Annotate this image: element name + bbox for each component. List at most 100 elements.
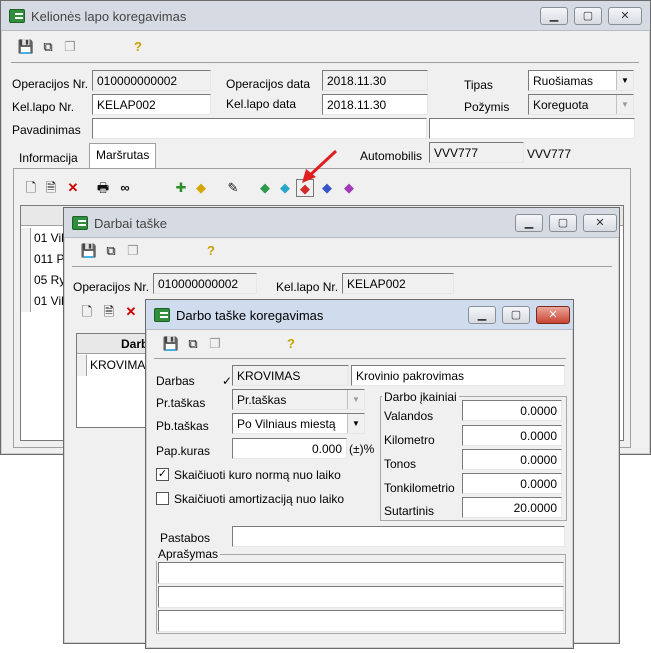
pap-kuras-field[interactable]: 0.000 (232, 438, 347, 459)
ikainis-label: Tonkilometrio (384, 481, 455, 495)
operacijos-data-field[interactable]: 2018.11.30 (322, 70, 428, 91)
maximize-button[interactable]: ▢ (549, 214, 577, 232)
toolbar-separator (11, 62, 639, 63)
darbas-name-field[interactable]: Krovinio pakrovimas (351, 365, 565, 386)
app-icon (154, 308, 170, 322)
pr-taskas-select[interactable]: Pr.taškas ▼ (232, 389, 365, 410)
operacijos-nr-field[interactable]: 010000000002 (92, 70, 211, 91)
main-toolbar: 💾 ⧉ ❐ ? (13, 36, 213, 60)
red-arrow-icon (302, 149, 338, 183)
grid-header: Darb (77, 334, 155, 354)
ikainiai-title: Darbo įkainiai (382, 390, 459, 404)
pr-taskas-value: Pr.taškas (237, 393, 287, 407)
row-indicator (21, 249, 31, 270)
pavadinimas-extra-field[interactable] (429, 118, 635, 139)
close-button[interactable]: ✕ (536, 306, 570, 324)
kel-lapo-nr-label: Kel.lapo Nr. (276, 280, 339, 294)
ikainis-field[interactable]: 0.0000 (462, 473, 562, 494)
pozymis-select[interactable]: Koreguota ▼ (528, 94, 634, 115)
binoculars-icon[interactable]: ∞ (116, 179, 134, 197)
kuro-norma-label: Skaičiuoti kuro normą nuo laiko (174, 468, 341, 482)
minimize-button[interactable]: ▁ (540, 7, 568, 25)
tab-marsrutas[interactable]: Maršrutas (89, 143, 157, 169)
edit-row-icon[interactable]: ◆ (192, 179, 210, 197)
aprasymas-line[interactable] (158, 586, 564, 608)
edit-icon[interactable]: 🗎 (42, 179, 60, 197)
minimize-button[interactable]: ▁ (515, 214, 543, 232)
pastabos-label: Pastabos (160, 531, 211, 545)
automobilis-code-field[interactable]: VVV777 (429, 142, 524, 163)
darbo-titlebar[interactable]: Darbo taške koregavimas ▁ ▢ ✕ (146, 300, 573, 330)
kel-lapo-data-field[interactable]: 2018.11.30 (322, 94, 428, 115)
darbai-window-title: Darbai taške (94, 216, 167, 231)
app-icon (72, 216, 88, 230)
chevron-down-icon[interactable]: ▼ (616, 71, 633, 90)
toolbar-separator (72, 266, 612, 267)
maximize-button[interactable]: ▢ (502, 306, 530, 324)
pozymis-value: Koreguota (533, 98, 589, 112)
pastabos-field[interactable] (232, 526, 565, 547)
edit-icon[interactable]: 🗎 (100, 303, 118, 321)
aprasymas-line[interactable] (158, 610, 564, 632)
kel-lapo-nr-field[interactable]: KELAP002 (342, 273, 454, 294)
ikainis-field[interactable]: 20.0000 (462, 497, 562, 518)
row-indicator (77, 355, 87, 376)
delete-icon[interactable]: ✕ (122, 303, 140, 321)
darbo-toolbar: 💾 ⧉ ❐ ? (158, 333, 358, 357)
purple-book-icon[interactable]: ◆ (340, 179, 358, 197)
kuro-norma-checkbox[interactable]: ✓ (156, 468, 169, 481)
copy-icon[interactable]: ❐ (61, 38, 79, 56)
kel-lapo-nr-field[interactable]: KELAP002 (92, 94, 211, 115)
copy-link-icon[interactable]: ⧉ (39, 38, 57, 56)
maximize-button[interactable]: ▢ (574, 7, 602, 25)
copy-icon[interactable]: ❐ (206, 335, 224, 353)
pavadinimas-field[interactable] (92, 118, 427, 139)
pb-taskas-label: Pb.taškas (156, 419, 209, 433)
close-button[interactable]: ✕ (583, 214, 617, 232)
pb-taskas-select[interactable]: Po Vilniaus miestą ▼ (232, 413, 365, 434)
darbai-grid[interactable]: Darb KROVIMAS (76, 333, 156, 428)
aprasymas-line[interactable] (158, 562, 564, 584)
ikainis-label: Tonos (384, 457, 417, 471)
new-icon[interactable]: 🗋 (22, 179, 40, 197)
cyan-book-icon[interactable]: ◆ (276, 179, 294, 197)
green-book-icon[interactable]: ◆ (256, 179, 274, 197)
save-icon[interactable]: 💾 (80, 242, 98, 260)
help-icon[interactable]: ? (202, 242, 220, 260)
pencil-icon[interactable]: ✎ (224, 179, 242, 197)
tab-informacija[interactable]: Informacija (13, 147, 84, 169)
pr-taskas-label: Pr.taškas (156, 396, 206, 410)
row-indicator (21, 291, 31, 312)
tipas-label: Tipas (464, 78, 493, 92)
ikainis-field[interactable]: 0.0000 (462, 449, 562, 470)
operacijos-data-label: Operacijos data (226, 77, 311, 91)
save-icon[interactable]: 💾 (162, 335, 180, 353)
copy-link-icon[interactable]: ⧉ (184, 335, 202, 353)
chevron-down-icon[interactable]: ▼ (347, 414, 364, 433)
table-row[interactable]: KROVIMAS (77, 355, 155, 376)
help-icon[interactable]: ? (282, 335, 300, 353)
automobilis-label: Automobilis (360, 149, 423, 163)
close-button[interactable]: ✕ (608, 7, 642, 25)
minimize-button[interactable]: ▁ (468, 306, 496, 324)
darbas-code-field[interactable]: KROVIMAS (232, 365, 349, 386)
new-icon[interactable]: 🗋 (78, 303, 96, 321)
amortizacija-checkbox[interactable] (156, 492, 169, 505)
save-icon[interactable]: 💾 (17, 38, 35, 56)
kel-lapo-data-label: Kel.lapo data (226, 97, 297, 111)
copy-icon[interactable]: ❐ (124, 242, 142, 260)
print-icon[interactable]: 🖶 (94, 179, 112, 197)
copy-link-icon[interactable]: ⧉ (102, 242, 120, 260)
ikainis-field[interactable]: 0.0000 (462, 425, 562, 446)
grid-cell: 011 P (34, 252, 65, 266)
automobilis-name: VVV777 (527, 147, 572, 161)
main-titlebar[interactable]: Kelionės lapo koregavimas ▁ ▢ ✕ (1, 1, 650, 31)
help-icon[interactable]: ? (129, 38, 147, 56)
darbo-window-title: Darbo taške koregavimas (176, 308, 324, 323)
delete-icon[interactable]: ✕ (64, 179, 82, 197)
darbai-titlebar[interactable]: Darbai taške ▁ ▢ ✕ (64, 208, 619, 238)
ikainis-field[interactable]: 0.0000 (462, 400, 562, 421)
add-row-icon[interactable]: ✚ (172, 179, 190, 197)
operacijos-nr-field[interactable]: 010000000002 (153, 273, 257, 294)
tipas-select[interactable]: Ruošiamas ▼ (528, 70, 634, 91)
